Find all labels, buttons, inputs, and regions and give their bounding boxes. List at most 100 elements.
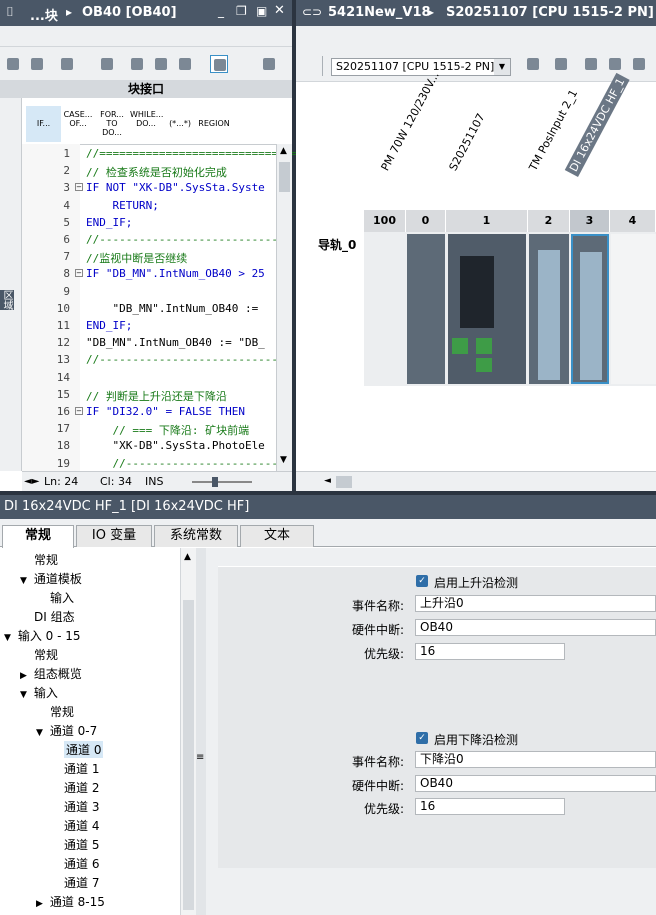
delete-network-icon[interactable] xyxy=(28,55,46,73)
tree-item[interactable]: 通道 5 xyxy=(64,836,99,853)
monitor-icon[interactable] xyxy=(98,55,116,73)
scroll-up-icon[interactable]: ▲ xyxy=(184,552,191,562)
tree-item[interactable]: ▶ 通道 8-15 xyxy=(36,893,105,910)
code-line[interactable]: "XK-DB".SysSta.PhotoEle xyxy=(86,439,264,452)
scroll-thumb[interactable] xyxy=(279,162,290,192)
outdent-icon[interactable] xyxy=(152,55,170,73)
move-up-icon[interactable] xyxy=(58,55,76,73)
rising-checkbox[interactable]: ✓ xyxy=(416,575,428,587)
zoom-thumb[interactable] xyxy=(212,477,218,487)
expand-down-icon[interactable]: ▼ xyxy=(4,633,14,643)
tree-item[interactable]: 通道 0 xyxy=(64,741,104,758)
code-line[interactable]: // 检查系统是否初始化完成 xyxy=(86,164,227,180)
module-di[interactable] xyxy=(571,234,609,384)
falling-checkbox[interactable]: ✓ xyxy=(416,732,428,744)
tree-item[interactable]: ▶ 组态概览 xyxy=(20,665,82,682)
falling-event-field[interactable]: 下降沿0 xyxy=(415,751,656,768)
expand-down-icon[interactable]: ▼ xyxy=(20,576,30,586)
code-line[interactable]: END_IF; xyxy=(86,216,132,229)
favorites-icon[interactable] xyxy=(210,55,228,73)
scroll-left-icon[interactable]: ◄ xyxy=(324,476,331,486)
fold-icon[interactable]: − xyxy=(75,269,83,278)
chevron-down-icon[interactable]: ▼ xyxy=(494,59,510,75)
device-overview-icon[interactable] xyxy=(524,55,542,73)
grid-icon[interactable] xyxy=(606,55,624,73)
instr-tab-if[interactable]: IF... xyxy=(26,106,61,142)
maximize-icon[interactable]: ▣ xyxy=(256,4,267,18)
table-icon[interactable] xyxy=(630,55,648,73)
tree-splitter[interactable] xyxy=(196,548,206,915)
falling-hw-field[interactable]: OB40 xyxy=(415,775,656,792)
tree-vscroll[interactable]: ▲ xyxy=(180,548,196,915)
minimize-icon[interactable]: _ xyxy=(218,4,224,18)
tree-item[interactable]: ▼ 输入 xyxy=(20,684,58,701)
instr-tab-case[interactable]: CASE... OF... xyxy=(62,110,94,128)
tree-item[interactable]: 常规 xyxy=(34,646,58,663)
code-line[interactable]: //--------------------------- xyxy=(86,233,278,246)
instr-tab-while[interactable]: WHILE... DO... xyxy=(130,110,163,128)
indent-icon[interactable] xyxy=(128,55,146,73)
code-line[interactable]: RETURN; xyxy=(86,199,158,212)
rising-hw-field[interactable]: OB40 xyxy=(415,619,656,636)
tree-item[interactable]: ▼ 输入 0 - 15 xyxy=(4,627,81,644)
tree-item[interactable]: 常规 xyxy=(50,703,74,720)
code-line[interactable]: //监视中断是否继续 xyxy=(86,250,187,266)
tree-item[interactable]: 通道 2 xyxy=(64,779,99,796)
code-line[interactable]: //--------------------------- xyxy=(86,353,278,366)
rising-prio-field[interactable]: 16 xyxy=(415,643,565,660)
code-line[interactable]: IF NOT "XK-DB".SysSta.Syste xyxy=(86,181,265,194)
insert-network-icon[interactable] xyxy=(4,55,22,73)
tab-text[interactable]: 文本 xyxy=(240,525,314,547)
expand-down-icon[interactable]: ▼ xyxy=(36,728,46,738)
module-empty-4[interactable] xyxy=(611,234,656,384)
module-cpu[interactable] xyxy=(448,234,526,384)
code-line[interactable]: IF "DB_MN".IntNum_OB40 > 25 xyxy=(86,267,265,280)
code-line[interactable]: "DB_MN".IntNum_OB40 := "DB_ xyxy=(86,336,265,349)
code-line[interactable]: "DB_MN".IntNum_OB40 := xyxy=(86,302,258,315)
rising-event-field[interactable]: 上升沿0 xyxy=(415,595,656,612)
tree-item[interactable]: 输入 xyxy=(50,589,74,606)
tree-item[interactable]: 通道 7 xyxy=(64,874,99,891)
tab-general[interactable]: 常规 xyxy=(2,525,74,548)
scroll-thumb[interactable] xyxy=(336,476,352,488)
tab-io-tags[interactable]: IO 变量 xyxy=(76,525,152,547)
tree-item[interactable]: 常规 xyxy=(34,551,58,568)
scroll-up-icon[interactable]: ▲ xyxy=(280,146,287,156)
tree-item[interactable]: 通道 6 xyxy=(64,855,99,872)
code-line[interactable]: //----------------------- xyxy=(86,457,278,470)
splitter-grip-icon[interactable]: ≡ xyxy=(196,752,204,763)
editor-vscroll[interactable]: ▲ ▼ xyxy=(276,144,292,471)
side-label[interactable]: 区域 xyxy=(0,290,14,310)
code-line[interactable]: // === 下降沿: 矿块前端 xyxy=(86,422,249,438)
fold-icon[interactable]: − xyxy=(75,407,83,415)
code-line[interactable]: // 判断是上升沿还是下降沿 xyxy=(86,388,227,404)
restore-icon[interactable]: ❐ xyxy=(236,4,247,18)
falling-prio-field[interactable]: 16 xyxy=(415,798,565,815)
right-breadcrumb-device[interactable]: S20251107 [CPU 1515-2 PN] xyxy=(446,5,654,20)
fold-icon[interactable]: − xyxy=(75,183,83,192)
tree-item[interactable]: ▼ 通道模板 xyxy=(20,570,82,587)
tree-item[interactable]: 通道 1 xyxy=(64,760,99,777)
scroll-down-icon[interactable]: ▼ xyxy=(280,455,287,465)
right-breadcrumb-project[interactable]: 5421New_V18 xyxy=(328,5,431,20)
device-select[interactable]: S20251107 [CPU 1515-2 PN] ▼ xyxy=(331,58,511,76)
instr-tab-comment[interactable]: (*...*) xyxy=(164,119,196,128)
layout-icon[interactable] xyxy=(260,55,278,73)
code-line[interactable]: IF "DI32.0" = FALSE THEN xyxy=(86,405,245,418)
module-tm[interactable] xyxy=(529,234,569,384)
device-hscroll[interactable]: ◄ xyxy=(296,471,656,491)
scroll-thumb[interactable] xyxy=(183,600,194,910)
module-pm[interactable] xyxy=(407,234,445,384)
zoom-slider[interactable] xyxy=(192,481,252,483)
expand-down-icon[interactable]: ▼ xyxy=(20,690,30,700)
view-icon[interactable] xyxy=(582,55,600,73)
show-names-icon[interactable] xyxy=(552,55,570,73)
instr-tab-for[interactable]: FOR... TO DO... xyxy=(96,110,128,137)
tree-item[interactable]: 通道 3 xyxy=(64,798,99,815)
expand-right-icon[interactable]: ▶ xyxy=(36,899,46,909)
code-line[interactable]: END_IF; xyxy=(86,319,132,332)
tree-item[interactable]: ▼ 通道 0-7 xyxy=(36,722,97,739)
block-interface-bar[interactable]: 块接口 xyxy=(0,80,292,98)
nav-arrows-icon[interactable]: ◄► xyxy=(24,472,39,492)
tab-system-constants[interactable]: 系统常数 xyxy=(154,525,238,547)
